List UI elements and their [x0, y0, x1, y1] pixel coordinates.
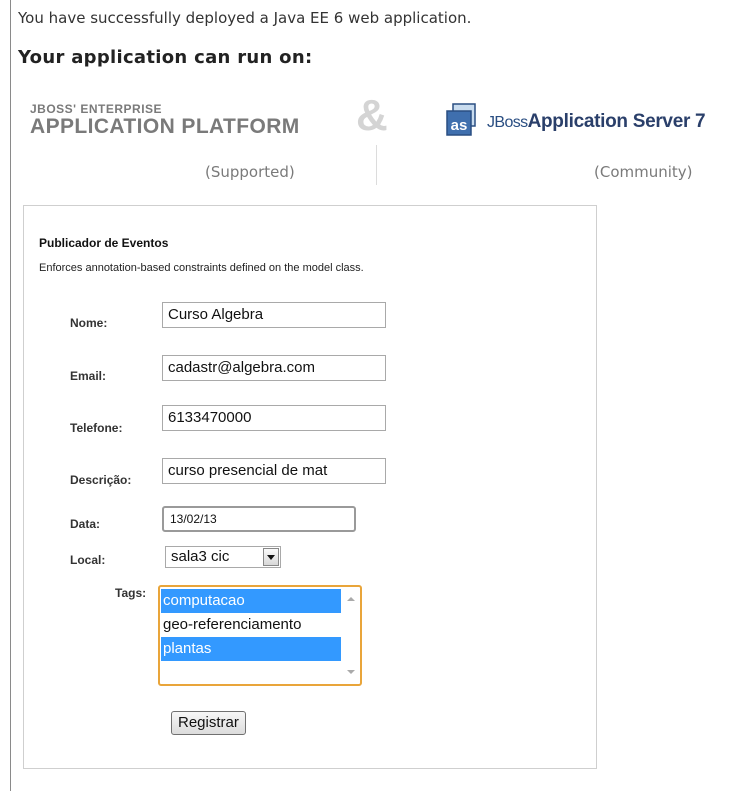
form-title: Publicador de Eventos — [39, 236, 169, 250]
eap-logo: JBOSS' ENTERPRISE APPLICATION PLATFORM — [30, 103, 300, 137]
email-label: Email: — [70, 369, 107, 383]
jboss-as-title: JBossApplication Server 7 — [487, 111, 706, 133]
local-label: Local: — [70, 553, 106, 567]
email-input[interactable]: cadastr@algebra.com — [162, 355, 386, 381]
telefone-input[interactable]: 6133470000 — [162, 405, 386, 431]
jboss-as-brand: JBoss — [487, 114, 528, 131]
left-border — [10, 0, 11, 791]
descricao-input[interactable]: curso presencial de mat — [162, 458, 386, 484]
tags-label: Tags: — [115, 586, 147, 600]
jboss-as-name: Application Server 7 — [527, 111, 706, 132]
tag-option-computacao[interactable]: computacao — [161, 589, 341, 613]
nome-input[interactable]: Curso Algebra — [162, 302, 386, 328]
scroll-up-arrow-icon[interactable] — [347, 597, 355, 601]
event-form-panel: Publicador de Eventos Enforces annotatio… — [23, 205, 597, 769]
registrar-button[interactable]: Registrar — [171, 711, 246, 735]
platform-divider — [376, 145, 377, 185]
tag-option-plantas[interactable]: plantas — [161, 637, 341, 661]
tags-options: computacao geo-referenciamento plantas — [161, 589, 341, 661]
local-selected-value: sala3 cic — [171, 548, 230, 565]
deploy-message: You have successfully deployed a Java EE… — [18, 9, 472, 27]
scroll-down-arrow-icon[interactable] — [347, 670, 355, 674]
descricao-label: Descrição: — [70, 473, 132, 487]
jboss-as-icon-text: as — [451, 117, 468, 134]
telefone-label: Telefone: — [70, 421, 123, 435]
eap-status: (Supported) — [205, 163, 295, 181]
data-label: Data: — [70, 517, 101, 531]
chevron-down-icon[interactable] — [263, 548, 279, 566]
run-on-heading: Your application can run on: — [18, 47, 313, 68]
as-status: (Community) — [594, 163, 693, 181]
nome-label: Nome: — [70, 316, 108, 330]
data-input[interactable]: 13/02/13 — [162, 506, 356, 532]
tag-option-geo-referenciamento[interactable]: geo-referenciamento — [161, 613, 341, 637]
eap-logo-line2: APPLICATION PLATFORM — [30, 115, 300, 138]
ampersand: & — [356, 91, 388, 140]
eap-logo-line1: JBOSS' ENTERPRISE — [30, 102, 163, 116]
tags-listbox[interactable]: computacao geo-referenciamento plantas — [158, 585, 362, 686]
form-description: Enforces annotation-based constraints de… — [39, 262, 364, 274]
tags-scrollbar[interactable] — [342, 588, 359, 683]
jboss-as-icon: as — [446, 103, 476, 136]
local-select[interactable]: sala3 cic — [165, 546, 281, 568]
